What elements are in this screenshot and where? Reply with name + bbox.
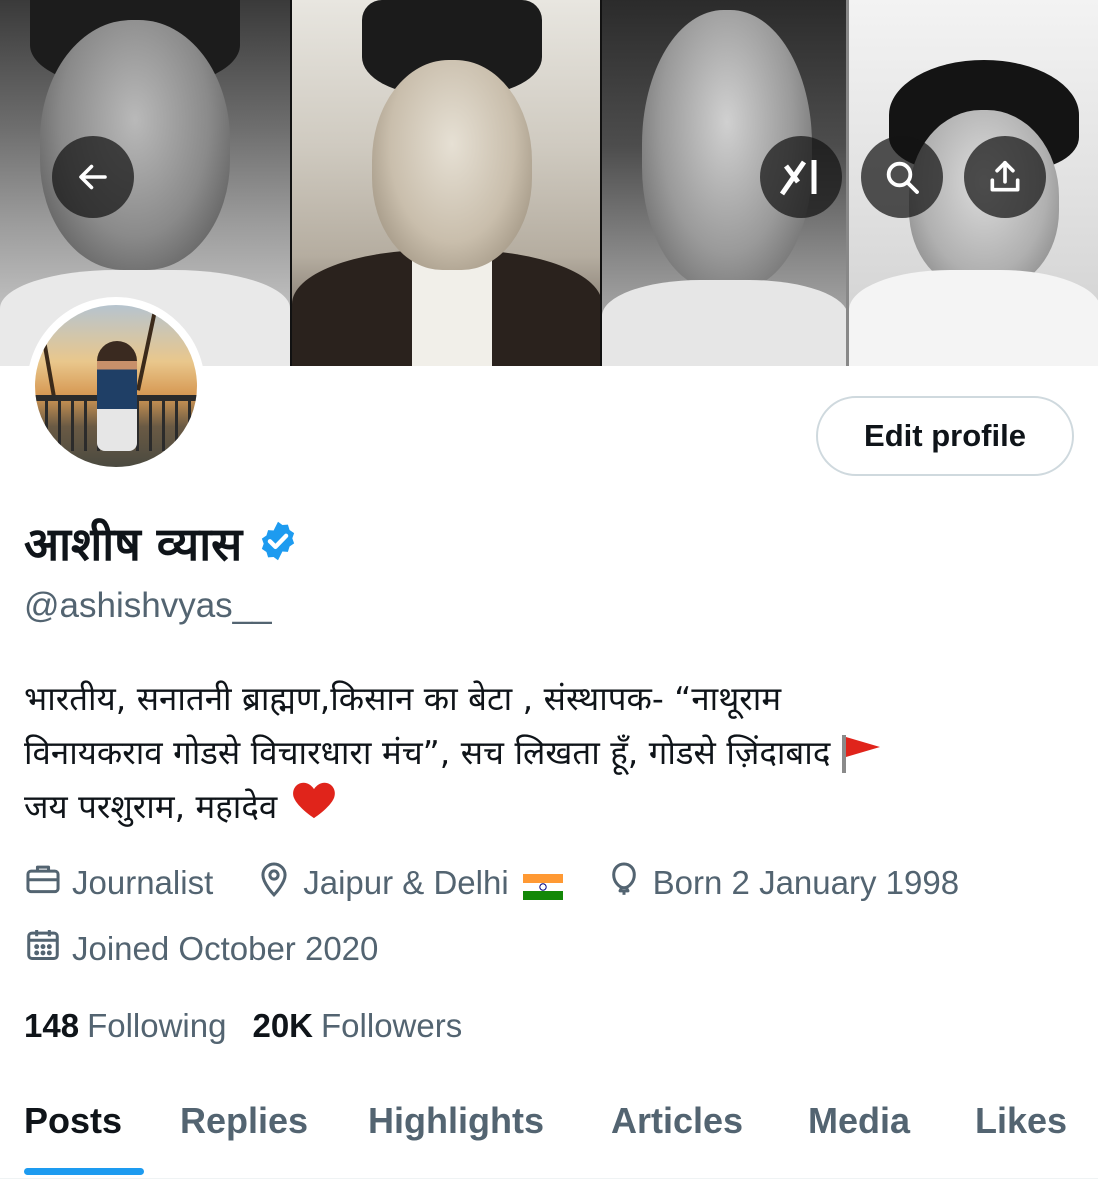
- tabs-divider: [0, 1178, 1098, 1179]
- birthday-item: Born 2 January 1998: [605, 860, 959, 906]
- profile-name: आशीष व्यास: [24, 517, 243, 571]
- joined-item: Joined October 2020: [24, 926, 378, 972]
- avatar[interactable]: [27, 297, 205, 475]
- occupation-item: Journalist: [24, 860, 213, 906]
- back-button[interactable]: [52, 136, 134, 218]
- followers-link[interactable]: 20K Followers: [252, 1007, 462, 1045]
- following-label: Following: [87, 1007, 227, 1044]
- followers-label: Followers: [321, 1007, 463, 1044]
- balloon-icon: [605, 860, 653, 906]
- location-item: Jaipur & Delhi: [255, 860, 563, 906]
- tab-likes[interactable]: Likes: [975, 1100, 1067, 1142]
- search-button[interactable]: [861, 136, 943, 218]
- profile-meta-row: Journalist Jaipur & Delhi Born 2 January…: [24, 860, 1001, 906]
- joined-text: Joined October 2020: [72, 930, 379, 967]
- grok-icon: [778, 156, 824, 198]
- tab-articles[interactable]: Articles: [611, 1100, 743, 1142]
- tab-posts[interactable]: Posts: [24, 1100, 122, 1142]
- profile-name-row: आशीष व्यास: [24, 508, 300, 578]
- arrow-left-icon: [75, 159, 111, 195]
- india-flag-icon: [522, 870, 563, 900]
- share-button[interactable]: [964, 136, 1046, 218]
- following-count: 148: [24, 1007, 80, 1044]
- following-link[interactable]: 148 Following: [24, 1007, 226, 1045]
- profile-bio: भारतीय, सनातनी ब्राह्मण,किसान का बेटा , …: [24, 672, 1074, 834]
- profile-tabs: Posts Replies Highlights Articles Media …: [0, 1090, 1098, 1176]
- follow-counts: 148 Following 20K Followers: [24, 1004, 488, 1048]
- share-icon: [986, 158, 1024, 196]
- active-tab-indicator: [24, 1168, 144, 1175]
- search-icon: [882, 157, 922, 197]
- followers-count: 20K: [252, 1007, 314, 1044]
- verified-badge-icon: [256, 519, 300, 568]
- grok-button[interactable]: [760, 136, 842, 218]
- tab-media[interactable]: Media: [808, 1100, 910, 1142]
- occupation-text: Journalist: [72, 864, 214, 901]
- red-flag-icon: [838, 733, 882, 773]
- birthday-text: Born 2 January 1998: [652, 864, 960, 901]
- calendar-icon: [24, 926, 72, 972]
- edit-profile-button[interactable]: Edit profile: [816, 396, 1074, 476]
- banner-photo-2: [290, 0, 600, 366]
- tab-highlights[interactable]: Highlights: [368, 1100, 544, 1142]
- profile-joined-row: Joined October 2020: [24, 926, 420, 972]
- profile-handle: @ashishvyas__: [24, 586, 272, 625]
- red-heart-icon: [291, 778, 337, 836]
- bio-line-1: भारतीय, सनातनी ब्राह्मण,किसान का बेटा , …: [24, 679, 782, 718]
- location-pin-icon: [255, 860, 303, 906]
- bio-line-3: जय परशुराम, महादेव: [24, 787, 278, 826]
- location-text: Jaipur & Delhi: [303, 864, 509, 901]
- tab-replies[interactable]: Replies: [180, 1100, 308, 1142]
- bio-line-2: विनायकराव गोडसे विचारधारा मंच”, सच लिखता…: [24, 733, 831, 772]
- briefcase-icon: [24, 860, 72, 906]
